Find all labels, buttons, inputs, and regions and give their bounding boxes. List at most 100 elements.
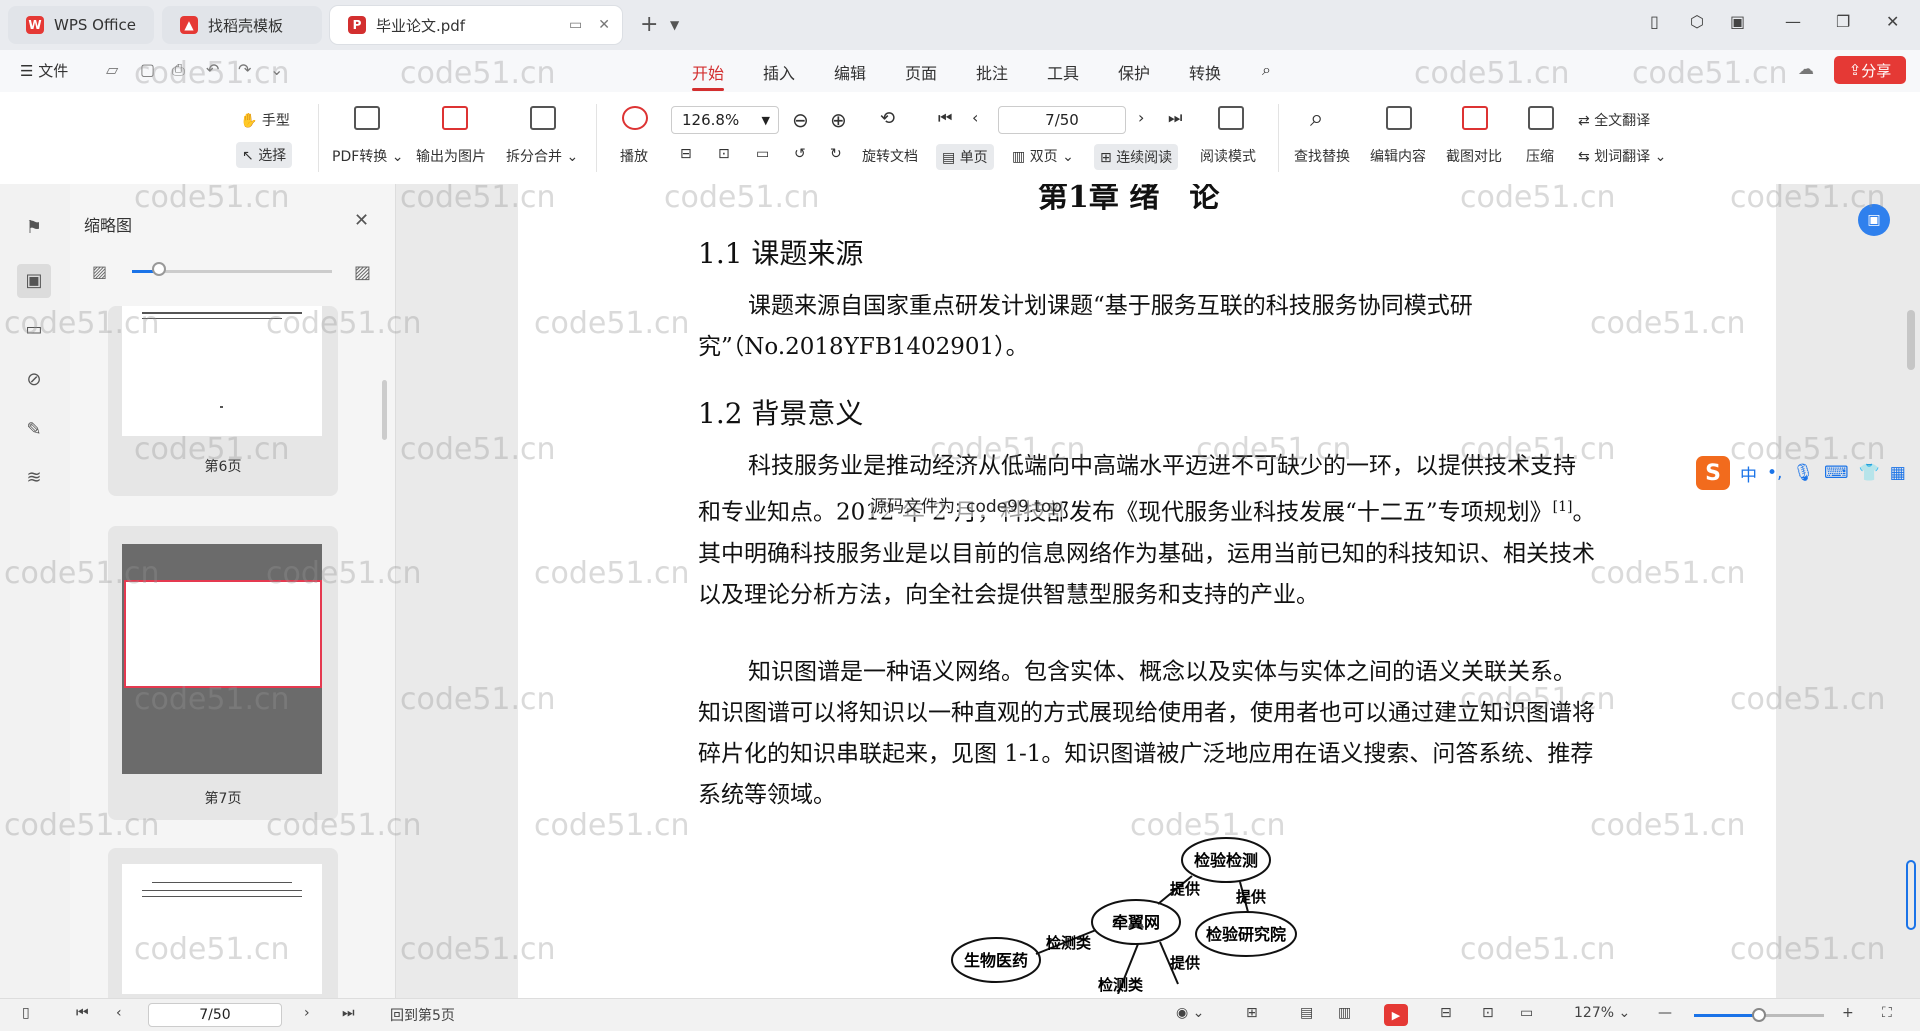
thumbnail-icon[interactable]: ▣ (17, 264, 51, 298)
fit-page-icon[interactable]: ⊡ (1482, 1005, 1494, 1021)
layers-icon[interactable]: ≋ (22, 466, 46, 490)
sogou-ime-icon[interactable]: S (1696, 456, 1730, 490)
menu-tab-edit[interactable]: 编辑 (834, 60, 866, 84)
select-tool-button[interactable]: ↖ 选择 (236, 142, 293, 168)
new-tab-icon[interactable]: + (640, 12, 658, 37)
first-page-icon[interactable]: ⏮ (938, 108, 952, 128)
print-icon[interactable]: ⎙ (172, 60, 185, 80)
shrink-thumbnail-icon[interactable]: ▨ (92, 262, 107, 281)
undo-icon[interactable]: ↶ (206, 60, 219, 79)
screenshot-compare-button[interactable]: 截图对比 (1446, 146, 1502, 166)
close-window-icon[interactable]: ✕ (1886, 12, 1899, 31)
tab-wps-office[interactable]: W WPS Office (8, 6, 154, 44)
skin-icon[interactable]: 👕 (1859, 463, 1880, 483)
thumbnail-page-7[interactable]: 第7页 (108, 526, 338, 820)
sidebar-layout-icon[interactable]: ▯ (1650, 12, 1659, 31)
thumbnail-page-8[interactable] (108, 848, 338, 1008)
comment-icon[interactable]: ▭ (22, 318, 46, 342)
export-image-button[interactable]: 输出为图片 (416, 146, 486, 166)
minimize-icon[interactable]: — (1785, 12, 1801, 31)
fit-width-icon[interactable]: ⊟ (1440, 1005, 1452, 1021)
thumbnail-slider-knob[interactable] (152, 262, 166, 276)
document-scrollbar[interactable] (1906, 190, 1916, 990)
fullscreen-icon[interactable]: ⛶ (1882, 1005, 1892, 1021)
save-icon[interactable]: ▢ (140, 60, 155, 79)
keyboard-icon[interactable]: ⌨ (1824, 463, 1849, 483)
single-page-button[interactable]: ▤ 单页 (936, 144, 994, 170)
comment-cloud-icon[interactable]: ☁ (1798, 59, 1814, 78)
zoom-select[interactable]: 126.8% ▼ (671, 106, 779, 134)
zoom-in-icon[interactable]: + (1842, 1005, 1854, 1021)
share-button[interactable]: ⇪ 分享 (1834, 56, 1906, 84)
redo-icon[interactable]: ↷ (238, 60, 251, 79)
last-page-icon[interactable]: ⏭ (1168, 108, 1182, 128)
bookmark-icon[interactable]: ⚑ (22, 216, 46, 240)
avatar[interactable]: ▣ (1730, 12, 1745, 31)
thumbnail-scrollbar[interactable] (382, 380, 387, 440)
zoom-in-icon[interactable]: ⊕ (830, 108, 847, 132)
rotate-right-icon[interactable]: ↻ (830, 146, 842, 162)
fit-width-icon[interactable]: ⊟ (680, 146, 692, 162)
zoom-slider-knob[interactable] (1752, 1008, 1766, 1022)
prev-page-icon[interactable]: ‹ (116, 1005, 122, 1021)
fit-page-icon[interactable]: ⊡ (718, 146, 730, 162)
eye-protection-icon[interactable]: ◉ ⌄ (1176, 1005, 1204, 1021)
signature-icon[interactable]: ✎ (22, 418, 46, 442)
cube-icon[interactable]: ⬡ (1690, 12, 1704, 31)
single-view-icon[interactable]: ▤ (1300, 1005, 1313, 1021)
prev-page-icon[interactable]: ‹ (972, 108, 978, 127)
split-merge-button[interactable]: 拆分合并 ⌄ (506, 146, 578, 166)
full-translate-button[interactable]: ⇄ 全文翻译 (1578, 110, 1650, 130)
toggle-sidebar-icon[interactable]: ▯ (22, 1005, 30, 1021)
double-view-icon[interactable]: ▥ (1338, 1005, 1351, 1021)
status-page-input[interactable]: 7/50 (148, 1003, 282, 1027)
document-view[interactable]: 第1章 绪 论 1.1 课题来源 课题来源自国家重点研发计划课题“基于服务互联的… (396, 184, 1920, 998)
menu-tab-home[interactable]: 开始 (692, 60, 725, 91)
enlarge-thumbnail-icon[interactable]: ▨ (354, 262, 371, 283)
menu-tab-annotate[interactable]: 批注 (976, 60, 1008, 84)
menu-tab-convert[interactable]: 转换 (1189, 60, 1221, 84)
restore-icon[interactable]: ❐ (1836, 12, 1850, 31)
scroll-position-indicator[interactable] (1906, 860, 1916, 930)
back-to-page-link[interactable]: 回到第5页 (390, 1005, 455, 1025)
double-page-button[interactable]: ▥ 双页 ⌄ (1012, 146, 1074, 166)
word-translate-button[interactable]: ⇆ 划词翻译 ⌄ (1578, 146, 1666, 166)
continuous-read-button[interactable]: ⊞ 连续阅读 (1094, 144, 1179, 170)
find-replace-button[interactable]: 查找替换 (1294, 146, 1350, 166)
menu-tab-insert[interactable]: 插入 (763, 60, 795, 84)
compress-button[interactable]: 压缩 (1526, 146, 1554, 166)
zoom-level-select[interactable]: 127% ⌄ (1574, 1005, 1630, 1021)
microphone-icon[interactable]: 🎙 (1792, 463, 1814, 483)
search-icon[interactable]: ⌕ (1262, 60, 1271, 80)
rotate-doc-button[interactable]: 旋转文档 (862, 146, 918, 166)
tab-docer-templates[interactable]: ▲ 找稻壳模板 (162, 6, 322, 44)
close-icon[interactable]: ✕ (354, 210, 369, 231)
scroll-thumb[interactable] (1907, 310, 1915, 370)
floating-assistant-button[interactable]: ▣ (1858, 204, 1890, 236)
more-chevron-icon[interactable]: ⌄ (270, 60, 283, 79)
file-menu[interactable]: ☰ 文件 (20, 60, 68, 81)
pdf-convert-button[interactable]: PDF转换 ⌄ (332, 146, 403, 166)
zoom-out-icon[interactable]: — (1658, 1005, 1672, 1021)
open-folder-icon[interactable]: ▱ (106, 60, 118, 79)
actual-size-icon[interactable]: ▭ (1520, 1005, 1533, 1021)
next-page-icon[interactable]: › (304, 1005, 310, 1021)
close-tab-icon[interactable]: ✕ (598, 17, 610, 33)
continuous-view-icon[interactable]: ⊞ (1246, 1005, 1258, 1021)
attachment-icon[interactable]: ⊘ (22, 368, 46, 392)
zoom-out-icon[interactable]: ⊖ (792, 108, 809, 132)
pin-window-icon[interactable]: ▭ (569, 17, 582, 33)
tab-list-chevron-icon[interactable]: ▼ (670, 18, 679, 32)
thumbnail-page-6[interactable]: 第6页 (108, 306, 338, 496)
menu-tab-protect[interactable]: 保护 (1118, 60, 1150, 84)
edit-content-button[interactable]: 编辑内容 (1370, 146, 1426, 166)
last-page-icon[interactable]: ⏭ (342, 1005, 355, 1021)
next-page-icon[interactable]: › (1138, 108, 1144, 127)
read-mode-button[interactable]: 阅读模式 (1200, 146, 1256, 166)
play-button[interactable]: 播放 (620, 146, 648, 166)
page-number-input[interactable]: 7/50 (998, 106, 1126, 134)
tab-pdf-document[interactable]: P 毕业论文.pdf ▭ ✕ (330, 6, 622, 44)
rotate-left-icon[interactable]: ↺ (794, 146, 806, 162)
menu-tab-tools[interactable]: 工具 (1047, 60, 1079, 84)
menu-tab-page[interactable]: 页面 (905, 60, 937, 84)
